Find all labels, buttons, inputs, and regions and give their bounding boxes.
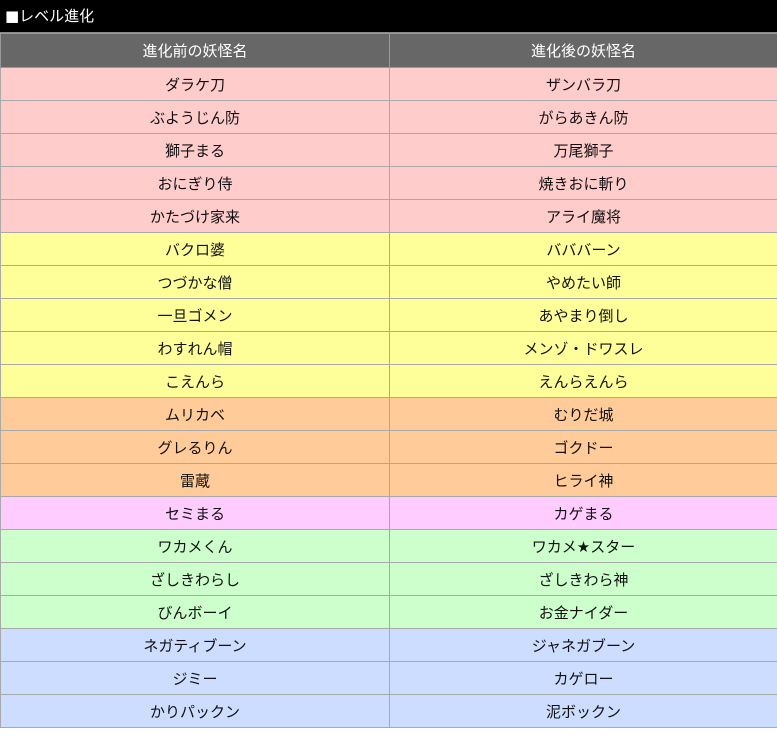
- cell-before-name: かりパックン: [0, 694, 390, 728]
- table-row: わすれん帽 メンゾ・ドワスレ: [0, 331, 777, 365]
- table-row: ジミー カゲロー: [0, 661, 777, 695]
- cell-before-name: ムリカベ: [0, 397, 390, 431]
- column-header-after: 進化後の妖怪名: [389, 33, 777, 68]
- section-title: ■レベル進化: [0, 0, 777, 33]
- cell-after-name: カゲロー: [389, 661, 777, 695]
- cell-after-name: 万尾獅子: [389, 133, 777, 167]
- cell-after-name: がらあきん防: [389, 100, 777, 134]
- cell-after-name: ジャネガブーン: [389, 628, 777, 662]
- cell-before-name: つづかな僧: [0, 265, 390, 299]
- cell-before-name: ざしきわらし: [0, 562, 390, 596]
- cell-before-name: ダラケ刀: [0, 67, 390, 101]
- cell-before-name: ネガティブーン: [0, 628, 390, 662]
- cell-before-name: おにぎり侍: [0, 166, 390, 200]
- cell-after-name: お金ナイダー: [389, 595, 777, 629]
- cell-before-name: ぶようじん防: [0, 100, 390, 134]
- table-row: 獅子まる 万尾獅子: [0, 133, 777, 167]
- cell-after-name: あやまり倒し: [389, 298, 777, 332]
- table-row: バクロ婆 バババーン: [0, 232, 777, 266]
- table-row: ワカメくん ワカメ★スター: [0, 529, 777, 563]
- table-row: ぶようじん防 がらあきん防: [0, 100, 777, 134]
- table-row: おにぎり侍 焼きおに斬り: [0, 166, 777, 200]
- cell-before-name: 一旦ゴメン: [0, 298, 390, 332]
- table-row: ざしきわらし ざしきわら神: [0, 562, 777, 596]
- cell-after-name: むりだ城: [389, 397, 777, 431]
- table-row: こえんら えんらえんら: [0, 364, 777, 398]
- table-header-row: 進化前の妖怪名 進化後の妖怪名: [0, 33, 777, 68]
- table-row: ムリカベ むりだ城: [0, 397, 777, 431]
- cell-after-name: カゲまる: [389, 496, 777, 530]
- cell-after-name: ザンバラ刀: [389, 67, 777, 101]
- cell-before-name: わすれん帽: [0, 331, 390, 365]
- cell-after-name: ワカメ★スター: [389, 529, 777, 563]
- table-row: 雷蔵 ヒライ神: [0, 463, 777, 497]
- cell-after-name: えんらえんら: [389, 364, 777, 398]
- cell-before-name: びんボーイ: [0, 595, 390, 629]
- cell-before-name: セミまる: [0, 496, 390, 530]
- cell-after-name: ざしきわら神: [389, 562, 777, 596]
- table-row: ネガティブーン ジャネガブーン: [0, 628, 777, 662]
- cell-before-name: 獅子まる: [0, 133, 390, 167]
- table-row: かたづけ家来 アライ魔将: [0, 199, 777, 233]
- cell-before-name: 雷蔵: [0, 463, 390, 497]
- table-body: ダラケ刀 ザンバラ刀 ぶようじん防 がらあきん防 獅子まる 万尾獅子 おにぎり侍 焼きおに斬り…: [0, 67, 777, 728]
- table-row: セミまる カゲまる: [0, 496, 777, 530]
- cell-after-name: ヒライ神: [389, 463, 777, 497]
- cell-after-name: 泥ボックン: [389, 694, 777, 728]
- table-row: 一旦ゴメン あやまり倒し: [0, 298, 777, 332]
- cell-before-name: ワカメくん: [0, 529, 390, 563]
- cell-before-name: こえんら: [0, 364, 390, 398]
- table-row: びんボーイ お金ナイダー: [0, 595, 777, 629]
- cell-before-name: バクロ婆: [0, 232, 390, 266]
- table-row: つづかな僧 やめたい師: [0, 265, 777, 299]
- cell-after-name: バババーン: [389, 232, 777, 266]
- table-row: かりパックン 泥ボックン: [0, 694, 777, 728]
- cell-after-name: ゴクドー: [389, 430, 777, 464]
- column-header-before: 進化前の妖怪名: [0, 33, 390, 68]
- cell-after-name: 焼きおに斬り: [389, 166, 777, 200]
- cell-after-name: メンゾ・ドワスレ: [389, 331, 777, 365]
- evolution-table: 進化前の妖怪名 進化後の妖怪名 ダラケ刀 ザンバラ刀 ぶようじん防 がらあきん防 獅子ま…: [0, 33, 777, 728]
- cell-before-name: グレるりん: [0, 430, 390, 464]
- cell-before-name: ジミー: [0, 661, 390, 695]
- cell-after-name: アライ魔将: [389, 199, 777, 233]
- cell-before-name: かたづけ家来: [0, 199, 390, 233]
- cell-after-name: やめたい師: [389, 265, 777, 299]
- table-row: グレるりん ゴクドー: [0, 430, 777, 464]
- table-row: ダラケ刀 ザンバラ刀: [0, 67, 777, 101]
